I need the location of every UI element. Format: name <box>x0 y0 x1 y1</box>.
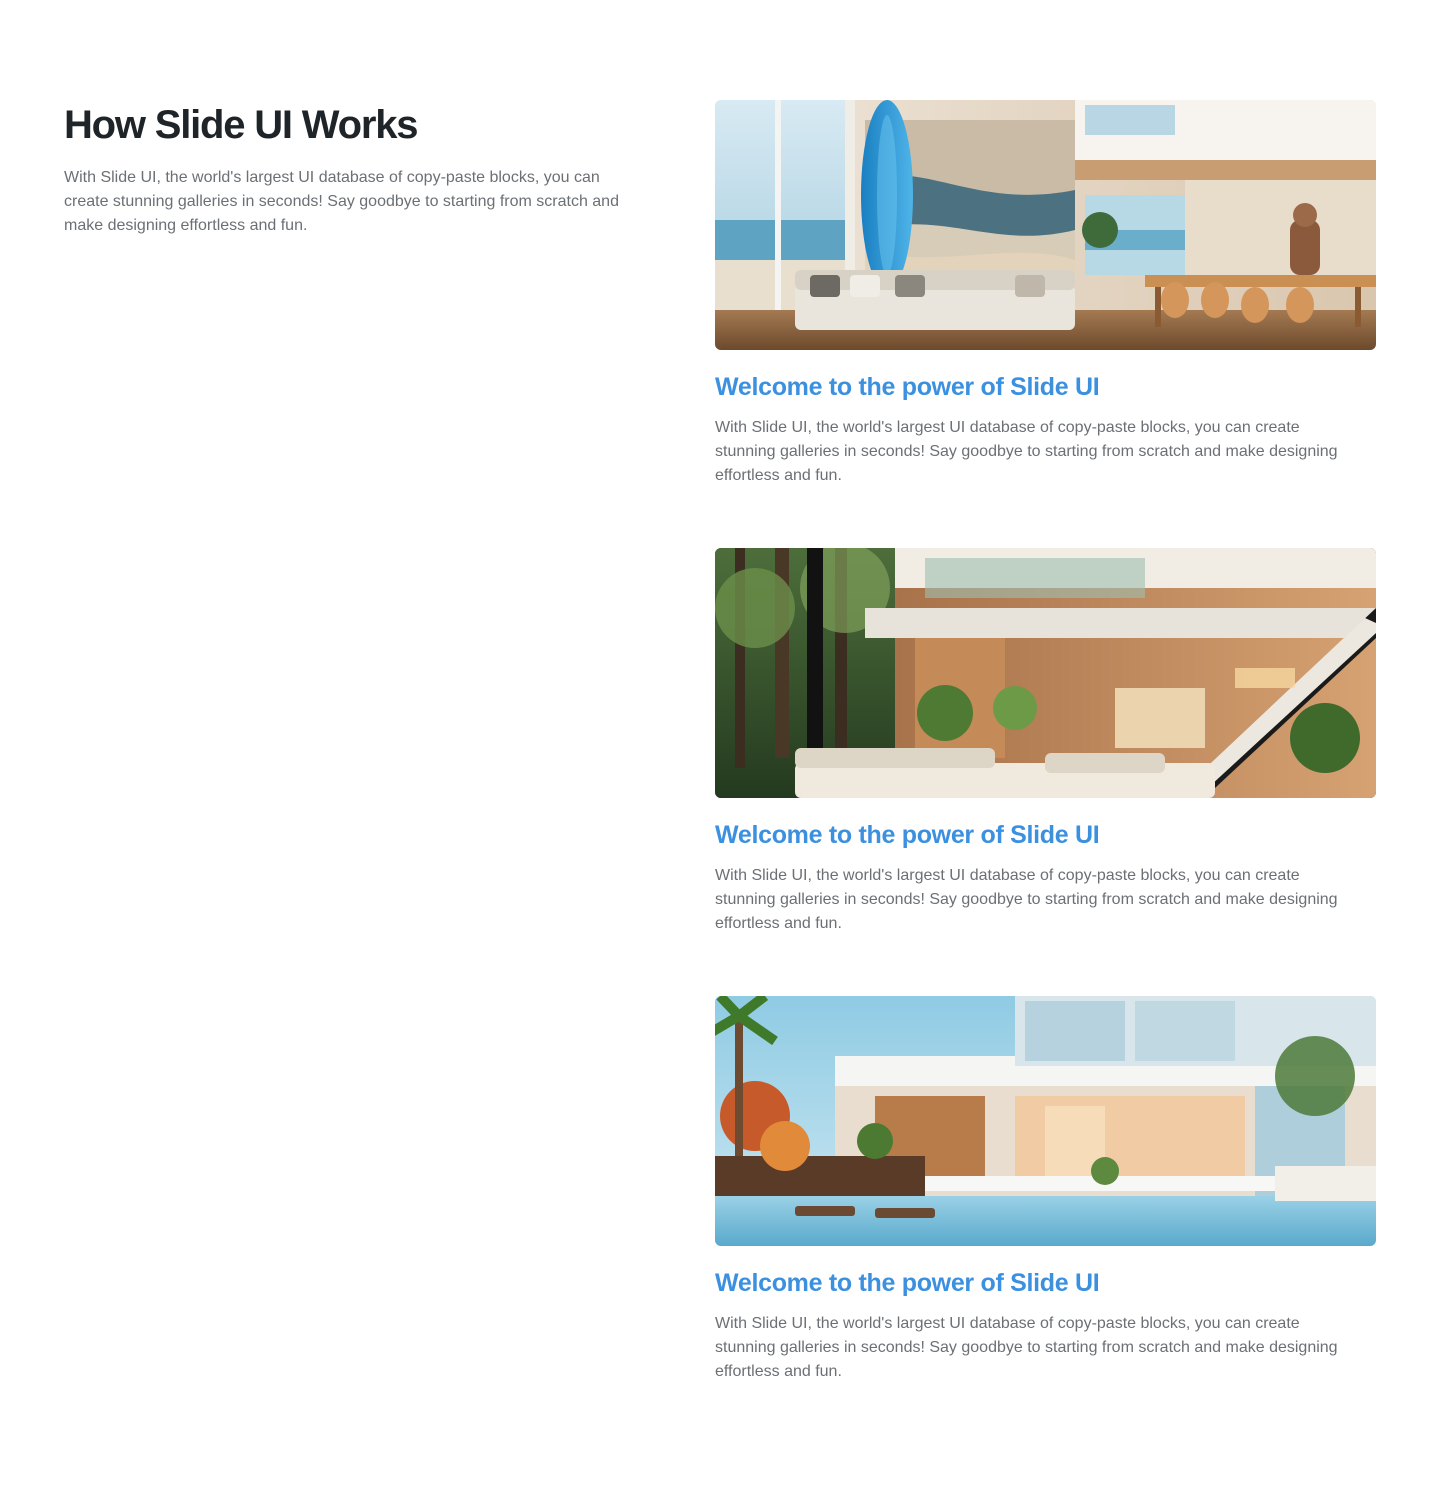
card-text: With Slide UI, the world's largest UI da… <box>715 419 1338 484</box>
section-title: How Slide UI Works <box>64 103 418 147</box>
page: How Slide UI Works With Slide UI, the wo… <box>0 0 1440 1502</box>
modern-villa-with-pool-image <box>715 996 1376 1246</box>
feature-card: Welcome to the power of Slide UI With Sl… <box>715 996 1376 1444</box>
card-title: Welcome to the power of Slide UI <box>715 1269 1100 1297</box>
card-text: With Slide UI, the world's largest UI da… <box>715 1315 1338 1380</box>
feature-cards: Welcome to the power of Slide UI With Sl… <box>715 100 1376 1444</box>
feature-card: Welcome to the power of Slide UI With Sl… <box>715 548 1376 996</box>
card-text: With Slide UI, the world's largest UI da… <box>715 867 1338 932</box>
forest-house-interior-image <box>715 548 1376 798</box>
card-title: Welcome to the power of Slide UI <box>715 373 1100 401</box>
section-description: With Slide UI, the world's largest UI da… <box>64 169 619 234</box>
intro-section: How Slide UI Works With Slide UI, the wo… <box>64 100 624 238</box>
beach-house-living-room-image <box>715 100 1376 350</box>
card-title: Welcome to the power of Slide UI <box>715 821 1100 849</box>
feature-card: Welcome to the power of Slide UI With Sl… <box>715 100 1376 548</box>
